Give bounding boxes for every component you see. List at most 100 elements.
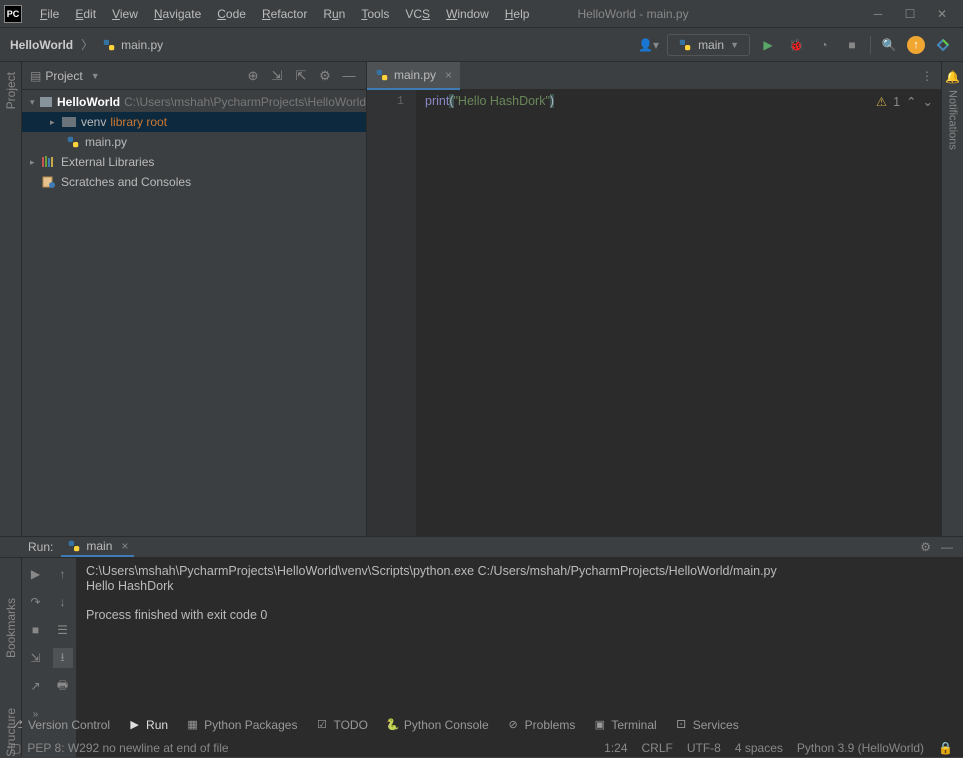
status-indent[interactable]: 4 spaces	[735, 741, 783, 755]
project-path: C:\Users\mshah\PycharmProjects\HelloWorl…	[124, 95, 366, 109]
tree-venv[interactable]: ▸ venv library root	[22, 112, 366, 132]
hide-icon[interactable]: —	[340, 67, 358, 85]
status-encoding[interactable]: UTF-8	[687, 741, 721, 755]
warning-icon[interactable]: ⚠	[876, 94, 887, 109]
run-settings-icon[interactable]: ⚙	[920, 540, 931, 554]
tree-root[interactable]: ▾ HelloWorld C:\Users\mshah\PycharmProje…	[22, 92, 366, 112]
run-panel-label: Run:	[28, 540, 53, 554]
window-title: HelloWorld - main.py	[537, 7, 871, 21]
scroll-to-end-button[interactable]: ⭳	[53, 648, 73, 668]
user-dropdown[interactable]: 👤▾	[638, 38, 659, 52]
expand-arrow-icon[interactable]: ▸	[30, 157, 42, 168]
code-editor[interactable]: print("Hello HashDork") ⚠ 1 ⌃ ⌄	[417, 90, 941, 536]
close-run-tab-icon[interactable]: ×	[121, 539, 128, 553]
pin-button[interactable]: ↗	[26, 676, 46, 696]
menu-edit[interactable]: Edit	[67, 7, 104, 21]
menu-navigate[interactable]: Navigate	[146, 7, 209, 21]
external-libs-label: External Libraries	[61, 155, 154, 169]
lock-icon[interactable]: 🔒	[938, 741, 953, 755]
select-opened-file-icon[interactable]: ⊕	[244, 67, 262, 85]
expand-arrow-icon[interactable]: ▾	[30, 97, 40, 108]
prev-highlight-icon[interactable]: ⌃	[906, 94, 916, 109]
breadcrumb-file[interactable]: main.py	[121, 38, 163, 52]
editor-tab-main[interactable]: main.py ×	[367, 62, 460, 90]
run-button[interactable]: ▶	[758, 35, 778, 55]
menu-vcs[interactable]: VCS	[397, 7, 438, 21]
next-highlight-icon[interactable]: ⌄	[923, 94, 933, 109]
python-file-icon	[66, 135, 80, 149]
collapse-all-icon[interactable]: ⇱	[292, 67, 310, 85]
tab-run[interactable]: ▶Run	[128, 718, 168, 732]
hide-run-icon[interactable]: —	[941, 540, 953, 554]
close-tab-icon[interactable]: ×	[445, 68, 452, 82]
console-icon: 🐍	[386, 718, 399, 731]
code-with-me-icon[interactable]	[933, 35, 953, 55]
tree-external-libs[interactable]: ▸ External Libraries	[22, 152, 366, 172]
stop-button[interactable]: ■	[842, 35, 862, 55]
tab-version-control[interactable]: ⎇Version Control	[10, 718, 110, 732]
menu-run[interactable]: Run	[315, 7, 353, 21]
editor-tab-menu[interactable]: ⋮	[921, 69, 933, 83]
python-file-icon	[67, 539, 81, 553]
debug-button[interactable]: 🐞	[786, 35, 806, 55]
warning-count: 1	[893, 95, 900, 109]
status-line-sep[interactable]: CRLF	[642, 741, 673, 755]
menu-window[interactable]: Window	[438, 7, 497, 21]
minimize-button[interactable]: ─	[871, 7, 885, 21]
todo-icon: ☑	[315, 718, 328, 731]
menu-code[interactable]: Code	[209, 7, 254, 21]
chevron-right-icon: 〉	[81, 36, 93, 53]
run-config-label: main	[698, 38, 724, 52]
menu-tools[interactable]: Tools	[353, 7, 397, 21]
stop-run-button[interactable]: ↷	[26, 592, 46, 612]
maximize-button[interactable]: ☐	[903, 7, 917, 21]
project-tool-button[interactable]: Project	[4, 72, 18, 109]
coverage-button[interactable]: ◔	[814, 35, 834, 55]
down-stack-button[interactable]: ↓	[53, 592, 73, 612]
expand-arrow-icon[interactable]: ▸	[50, 117, 62, 128]
search-icon[interactable]: 🔍	[879, 35, 899, 55]
settings-icon[interactable]: ⚙	[316, 67, 334, 85]
layout-button[interactable]: ⇲	[26, 648, 46, 668]
packages-icon: ▦	[186, 718, 199, 731]
soft-wrap-button[interactable]: ☰	[53, 620, 73, 640]
up-stack-button[interactable]: ↑	[53, 564, 73, 584]
updates-icon[interactable]: ↑	[907, 36, 925, 54]
menu-help[interactable]: Help	[497, 7, 538, 21]
tab-terminal[interactable]: ▣Terminal	[593, 718, 656, 732]
status-interpreter[interactable]: Python 3.9 (HelloWorld)	[797, 741, 924, 755]
menu-view[interactable]: View	[104, 7, 146, 21]
tree-file-main[interactable]: main.py	[22, 132, 366, 152]
code-fn: print	[425, 94, 449, 108]
notifications-label[interactable]: Notifications	[947, 90, 959, 150]
rerun-button[interactable]: ▶	[26, 564, 46, 584]
run-tab-label: main	[86, 539, 112, 553]
tab-services[interactable]: ⚀Services	[675, 718, 739, 732]
status-message: PEP 8: W292 no newline at end of file	[27, 741, 228, 755]
notifications-icon[interactable]: 🔔	[945, 70, 960, 84]
project-icon: ▤	[30, 69, 41, 83]
print-button[interactable]: 🖶	[53, 676, 73, 696]
structure-tool-button[interactable]: Structure	[4, 708, 18, 757]
tab-problems[interactable]: ⊘Problems	[507, 718, 576, 732]
expand-all-icon[interactable]: ⇲	[268, 67, 286, 85]
stop-process-button[interactable]: ■	[26, 620, 46, 640]
venv-name: venv	[81, 115, 106, 129]
tab-python-packages[interactable]: ▦Python Packages	[186, 718, 297, 732]
status-line-col[interactable]: 1:24	[604, 741, 627, 755]
tree-file-label: main.py	[85, 135, 127, 149]
close-button[interactable]: ✕	[935, 7, 949, 21]
run-config-selector[interactable]: main ▼	[667, 34, 750, 56]
folder-icon	[40, 97, 52, 107]
menu-refactor[interactable]: Refactor	[254, 7, 315, 21]
tree-scratches[interactable]: Scratches and Consoles	[22, 172, 366, 192]
run-tab-main[interactable]: main ×	[61, 537, 134, 557]
bookmarks-tool-button[interactable]: Bookmarks	[4, 598, 18, 658]
breadcrumb-project[interactable]: HelloWorld	[10, 38, 73, 52]
tab-todo[interactable]: ☑TODO	[315, 718, 367, 732]
menu-file[interactable]: File	[32, 7, 67, 21]
scratches-label: Scratches and Consoles	[61, 175, 191, 189]
output-cmd: C:\Users\mshah\PycharmProjects\HelloWorl…	[86, 564, 777, 578]
project-view-selector[interactable]: ▤ Project ▼	[30, 69, 100, 83]
tab-python-console[interactable]: 🐍Python Console	[386, 718, 489, 732]
